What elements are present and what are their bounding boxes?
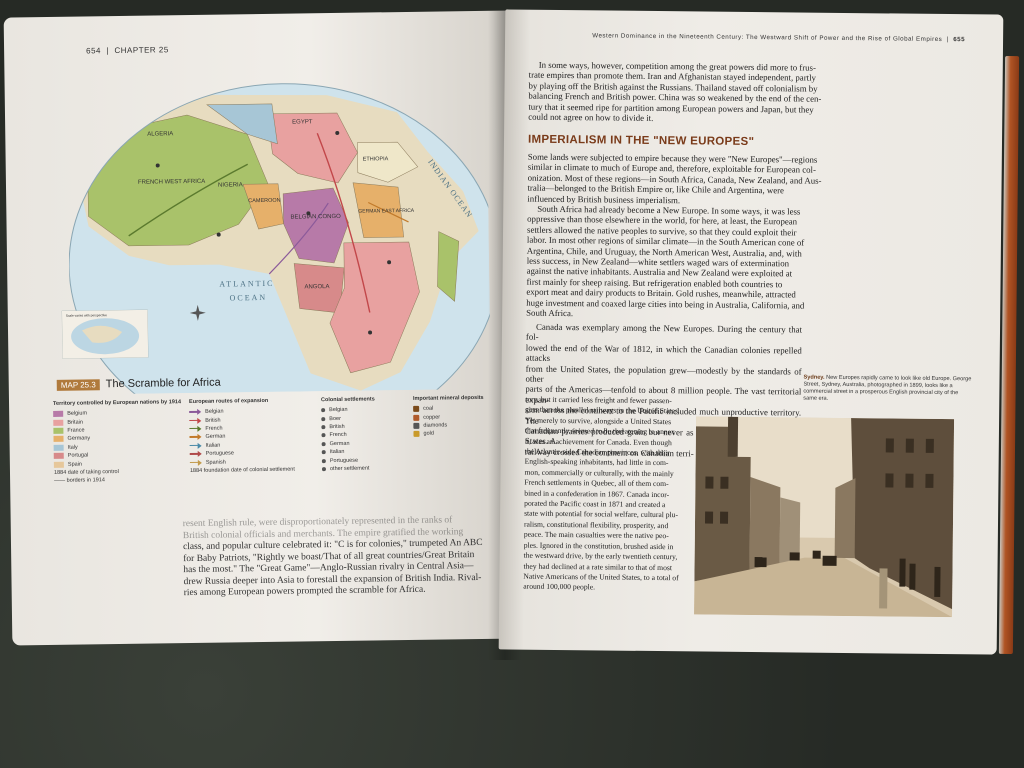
legend-note: —— borders in 1914 (54, 477, 105, 485)
photo-caption: Sydney. New Europes rapidly came to look… (803, 375, 971, 405)
legend-label: Belgian (205, 408, 224, 416)
left-page: 654 | CHAPTER 25 FRENCH WEST AFRICA ALGE… (3, 10, 523, 646)
legend-territory: Territory controlled by European nations… (53, 399, 184, 485)
label-gea: GERMAN EAST AFRICA (358, 208, 414, 215)
gold-icon (413, 431, 420, 438)
inset-label: Scale varies with perspective (66, 313, 107, 318)
copper-icon (413, 414, 420, 421)
legend-label: French (205, 425, 223, 432)
label-cameroon: CAMEROON (248, 198, 280, 204)
arrow-icon (189, 409, 201, 415)
map-title-row: MAP 25.3 The Scramble for Africa (56, 376, 221, 391)
map-legend: Territory controlled by European nations… (53, 395, 505, 513)
label-angola: ANGOLA (304, 284, 329, 290)
label-congo: BELGIAN CONGO (290, 214, 341, 221)
legend-label: Italian (205, 442, 221, 449)
chapter-label: CHAPTER 25 (114, 45, 169, 56)
legend-label: Boer (329, 415, 341, 422)
text-line: from the United States, the population g… (525, 363, 802, 384)
legend-settlements-heading: Colonial settlements (320, 396, 375, 404)
right-page: Western Dominance in the Nineteenth Cent… (498, 9, 1004, 655)
running-head-text: Western Dominance in the Nineteenth Cent… (592, 32, 943, 43)
legend-label: coal (423, 405, 434, 412)
legend-label: other settlement (329, 465, 370, 473)
legend-label: Italy (67, 444, 78, 451)
left-running-head: 654 | CHAPTER 25 (86, 45, 169, 56)
caption-text: New Europes rapidly came to look like ol… (803, 374, 972, 402)
legend-label: Portuguese (329, 457, 359, 464)
section-heading: IMPERIALISM IN THE "NEW EUROPES" (527, 133, 755, 149)
label-algeria: ALGERIA (147, 131, 173, 137)
legend-label: diamonds (423, 422, 448, 429)
label-ethiopia: ETHIOPIA (363, 156, 389, 162)
legend-label: German (205, 433, 226, 441)
inset-globe: Scale varies with perspective (61, 309, 149, 359)
legend-routes: European routes of expansion Belgian Bri… (189, 397, 330, 475)
legend-label: Italian (329, 449, 345, 456)
text-line: around 100,000 people. (523, 581, 596, 592)
open-textbook: 654 | CHAPTER 25 FRENCH WEST AFRICA ALGE… (0, 0, 1024, 768)
text-line: lowed the end of the War of 1812, in whi… (525, 342, 802, 364)
sydney-street-photo (694, 416, 955, 618)
legend-label: Portugal (67, 452, 89, 459)
right-running-head: Western Dominance in the Nineteenth Cent… (592, 32, 966, 44)
left-body-text: resent English rule, were disproportiona… (183, 515, 484, 600)
legend-label: Portuguese (205, 450, 234, 457)
intro-paragraph: In some ways, however, competition among… (528, 60, 949, 127)
label-egypt: EGYPT (292, 119, 313, 125)
legend-label: Belgium (67, 410, 88, 417)
label-fwa: FRENCH WEST AFRICA (138, 179, 205, 186)
legend-row: other settlement (321, 464, 412, 474)
arrow-icon (190, 443, 202, 449)
map-tag: MAP 25.3 (56, 378, 100, 391)
label-atlantic: ATLANTIC (219, 279, 274, 289)
arrow-icon (189, 426, 201, 432)
legend-label: British (329, 423, 345, 431)
legend-routes-heading: European routes of expansion (188, 397, 269, 406)
legend-label: British (205, 417, 221, 424)
diamond-icon (413, 422, 420, 429)
arrow-icon (190, 451, 202, 457)
label-ocean: OCEAN (230, 293, 268, 303)
left-page-number: 654 (86, 46, 102, 56)
legend-note: 1884 foundation date of colonial settlem… (189, 466, 295, 474)
legend-label: Germany (67, 435, 91, 443)
arrow-icon (190, 459, 202, 465)
text-line: Canada was exemplary among the New Europ… (525, 321, 803, 343)
label-nigeria: NIGERIA (218, 182, 243, 188)
legend-label: France (67, 427, 85, 434)
legend-settlements: Colonial settlements Belgian Boer Britis… (321, 396, 412, 473)
legend-label: French (329, 432, 347, 439)
legend-territory-heading: Territory controlled by European nations… (52, 399, 182, 407)
coal-icon (413, 406, 420, 413)
legend-label: gold (423, 430, 434, 438)
legend-label: Belgian (329, 407, 348, 414)
map-title: The Scramble for Africa (105, 376, 221, 391)
body-paragraphs: Some lands were subjected to empire beca… (526, 152, 968, 323)
arrow-icon (189, 434, 201, 440)
right-page-number: 655 (953, 36, 966, 44)
legend-label: copper (423, 414, 441, 421)
legend-label: Spanish (205, 459, 226, 466)
canada-narrow-column: tory, but it carried less freight and fe… (523, 395, 691, 594)
legend-label: Spain (67, 461, 83, 468)
arrow-icon (189, 417, 201, 423)
caption-bold: Sydney. (803, 374, 825, 381)
legend-label: German (329, 440, 350, 447)
legend-label: Britain (67, 419, 83, 426)
